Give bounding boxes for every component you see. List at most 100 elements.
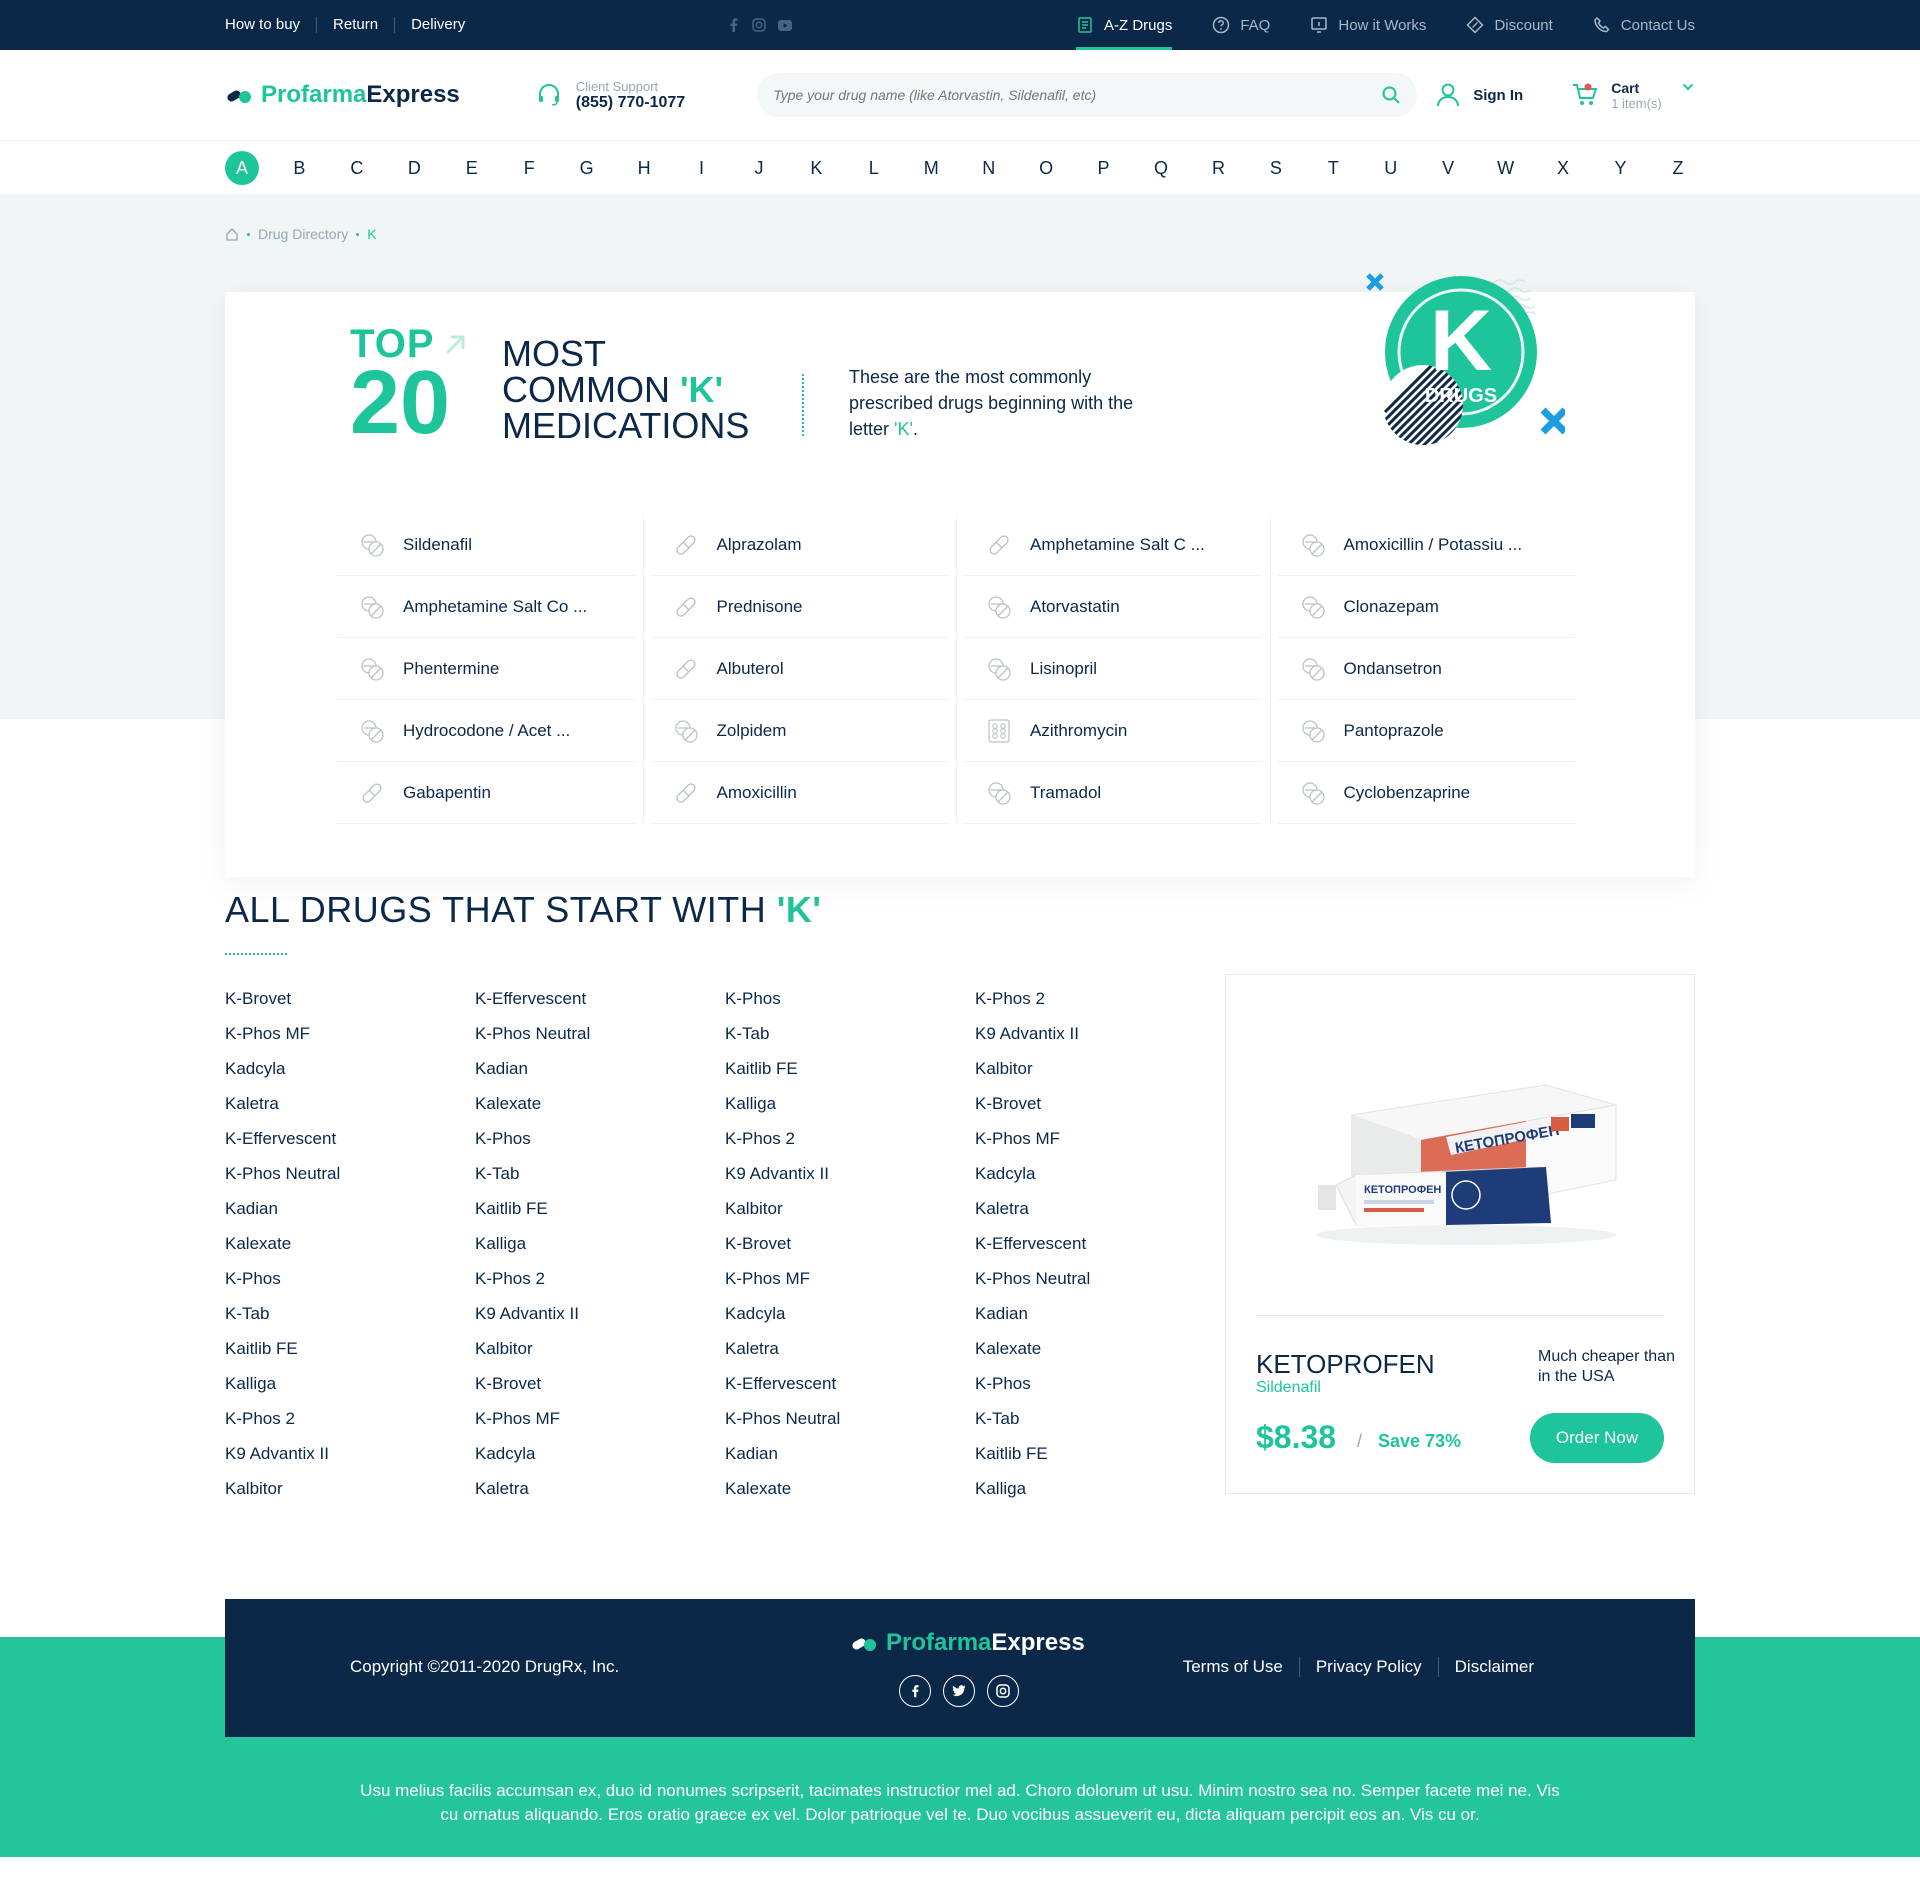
top20-item[interactable]: Amphetamine Salt C ... <box>964 514 1270 576</box>
alpha-letter-f[interactable]: F <box>512 151 546 185</box>
drug-link[interactable]: K-Phos <box>725 989 975 1024</box>
drug-link[interactable]: K-Phos Neutral <box>475 1024 725 1059</box>
top20-item[interactable]: Lisinopril <box>964 638 1270 700</box>
drug-link[interactable]: Kaletra <box>225 1094 475 1129</box>
top20-item[interactable]: Amphetamine Salt Co ... <box>337 576 643 638</box>
drug-link[interactable]: Kadian <box>975 1304 1225 1339</box>
drug-link[interactable]: K-Tab <box>725 1024 975 1059</box>
drug-link[interactable]: K-Tab <box>975 1409 1225 1444</box>
youtube-icon[interactable] <box>777 17 793 33</box>
drug-link[interactable]: K-Effervescent <box>475 989 725 1024</box>
alpha-letter-j[interactable]: J <box>742 151 776 185</box>
home-icon[interactable] <box>225 227 239 241</box>
drug-link[interactable]: K-Brovet <box>475 1374 725 1409</box>
drug-link[interactable]: K9 Advantix II <box>975 1024 1225 1059</box>
drug-link[interactable]: K-Phos 2 <box>225 1409 475 1444</box>
alpha-letter-b[interactable]: B <box>282 151 316 185</box>
drug-link[interactable]: Kaletra <box>975 1199 1225 1234</box>
search-icon[interactable] <box>1381 85 1401 105</box>
footer-logo[interactable]: ProfarmaExpress <box>850 1629 1085 1657</box>
top20-item[interactable]: Alprazolam <box>650 514 957 576</box>
alpha-letter-z[interactable]: Z <box>1661 151 1695 185</box>
nav-discount[interactable]: Discount <box>1446 0 1572 50</box>
drug-link[interactable]: K-Phos Neutral <box>225 1164 475 1199</box>
instagram-icon[interactable] <box>751 17 767 33</box>
drug-link[interactable]: K9 Advantix II <box>725 1164 975 1199</box>
top20-item[interactable]: Albuterol <box>650 638 957 700</box>
drug-link[interactable]: K-Effervescent <box>975 1234 1225 1269</box>
nav-how-it-works[interactable]: How it Works <box>1290 0 1446 50</box>
instagram-icon[interactable] <box>987 1675 1019 1707</box>
alpha-letter-v[interactable]: V <box>1431 151 1465 185</box>
drug-link[interactable]: K-Effervescent <box>225 1129 475 1164</box>
alpha-letter-o[interactable]: O <box>1029 151 1063 185</box>
alpha-letter-l[interactable]: L <box>857 151 891 185</box>
alpha-letter-h[interactable]: H <box>627 151 661 185</box>
drug-link[interactable]: K-Effervescent <box>725 1374 975 1409</box>
search-input[interactable] <box>773 87 1382 103</box>
drug-link[interactable]: Kalbitor <box>475 1339 725 1374</box>
nav-contact-us[interactable]: Contact Us <box>1573 0 1695 50</box>
drug-link[interactable]: K-Phos MF <box>725 1269 975 1304</box>
drug-link[interactable]: K-Phos 2 <box>475 1269 725 1304</box>
drug-link[interactable]: K-Tab <box>225 1304 475 1339</box>
drug-link[interactable]: Kalbitor <box>725 1199 975 1234</box>
support-phone[interactable]: (855) 770-1077 <box>576 94 685 112</box>
sign-in-button[interactable]: Sign In <box>1435 82 1523 108</box>
return-link[interactable]: Return <box>316 17 394 33</box>
order-now-button[interactable]: Order Now <box>1530 1413 1664 1463</box>
drug-link[interactable]: Kadian <box>725 1444 975 1479</box>
drug-link[interactable]: Kalbitor <box>975 1059 1225 1094</box>
promo-drug-name[interactable]: KETOPROFEN <box>1256 1349 1435 1380</box>
drug-link[interactable]: K-Phos MF <box>475 1409 725 1444</box>
chevron-down-icon[interactable] <box>1682 83 1694 91</box>
drug-link[interactable]: Kadcyla <box>975 1164 1225 1199</box>
top20-item[interactable]: Ondansetron <box>1277 638 1575 700</box>
drug-link[interactable]: K-Phos <box>475 1129 725 1164</box>
alpha-letter-c[interactable]: C <box>340 151 374 185</box>
nav-az-drugs[interactable]: A-Z Drugs <box>1056 0 1192 50</box>
alpha-letter-k[interactable]: K <box>799 151 833 185</box>
site-logo[interactable]: ProfarmaExpress <box>225 81 460 109</box>
delivery-link[interactable]: Delivery <box>394 17 481 33</box>
drug-link[interactable]: Kaitlib FE <box>225 1339 475 1374</box>
alpha-letter-a[interactable]: A <box>225 151 259 185</box>
drug-link[interactable]: K-Phos MF <box>975 1129 1225 1164</box>
drug-link[interactable]: Kalexate <box>475 1094 725 1129</box>
alpha-letter-w[interactable]: W <box>1489 151 1523 185</box>
drug-link[interactable]: Kalliga <box>475 1234 725 1269</box>
drug-link[interactable]: Kalbitor <box>225 1479 475 1514</box>
drug-link[interactable]: Kadcyla <box>475 1444 725 1479</box>
breadcrumb-directory[interactable]: Drug Directory <box>258 226 348 242</box>
drug-link[interactable]: Kadcyla <box>225 1059 475 1094</box>
alpha-letter-e[interactable]: E <box>455 151 489 185</box>
drug-link[interactable]: Kadian <box>225 1199 475 1234</box>
drug-link[interactable]: K-Phos Neutral <box>725 1409 975 1444</box>
top20-item[interactable]: Sildenafil <box>337 514 643 576</box>
drug-link[interactable]: Kalexate <box>725 1479 975 1514</box>
drug-link[interactable]: K-Phos MF <box>225 1024 475 1059</box>
drug-link[interactable]: Kalliga <box>225 1374 475 1409</box>
top20-item[interactable]: Amoxicillin / Potassiu ... <box>1277 514 1575 576</box>
drug-link[interactable]: Kalexate <box>975 1339 1225 1374</box>
top20-item[interactable]: Phentermine <box>337 638 643 700</box>
facebook-icon[interactable] <box>725 17 741 33</box>
drug-link[interactable]: K-Brovet <box>225 989 475 1024</box>
alpha-letter-d[interactable]: D <box>397 151 431 185</box>
nav-faq[interactable]: FAQ <box>1192 0 1290 50</box>
cart-button[interactable]: Cart 1 item(s) <box>1571 80 1694 111</box>
alpha-letter-r[interactable]: R <box>1201 151 1235 185</box>
top20-item[interactable]: Clonazepam <box>1277 576 1575 638</box>
drug-link[interactable]: Kaletra <box>725 1339 975 1374</box>
drug-link[interactable]: K-Phos 2 <box>725 1129 975 1164</box>
top20-item[interactable]: Atorvastatin <box>964 576 1270 638</box>
drug-link[interactable]: Kalliga <box>725 1094 975 1129</box>
twitter-icon[interactable] <box>943 1675 975 1707</box>
alpha-letter-p[interactable]: P <box>1087 151 1121 185</box>
alpha-letter-y[interactable]: Y <box>1604 151 1638 185</box>
drug-link[interactable]: K9 Advantix II <box>225 1444 475 1479</box>
drug-link[interactable]: K-Tab <box>475 1164 725 1199</box>
alpha-letter-q[interactable]: Q <box>1144 151 1178 185</box>
drug-link[interactable]: Kaitlib FE <box>975 1444 1225 1479</box>
alpha-letter-g[interactable]: G <box>570 151 604 185</box>
